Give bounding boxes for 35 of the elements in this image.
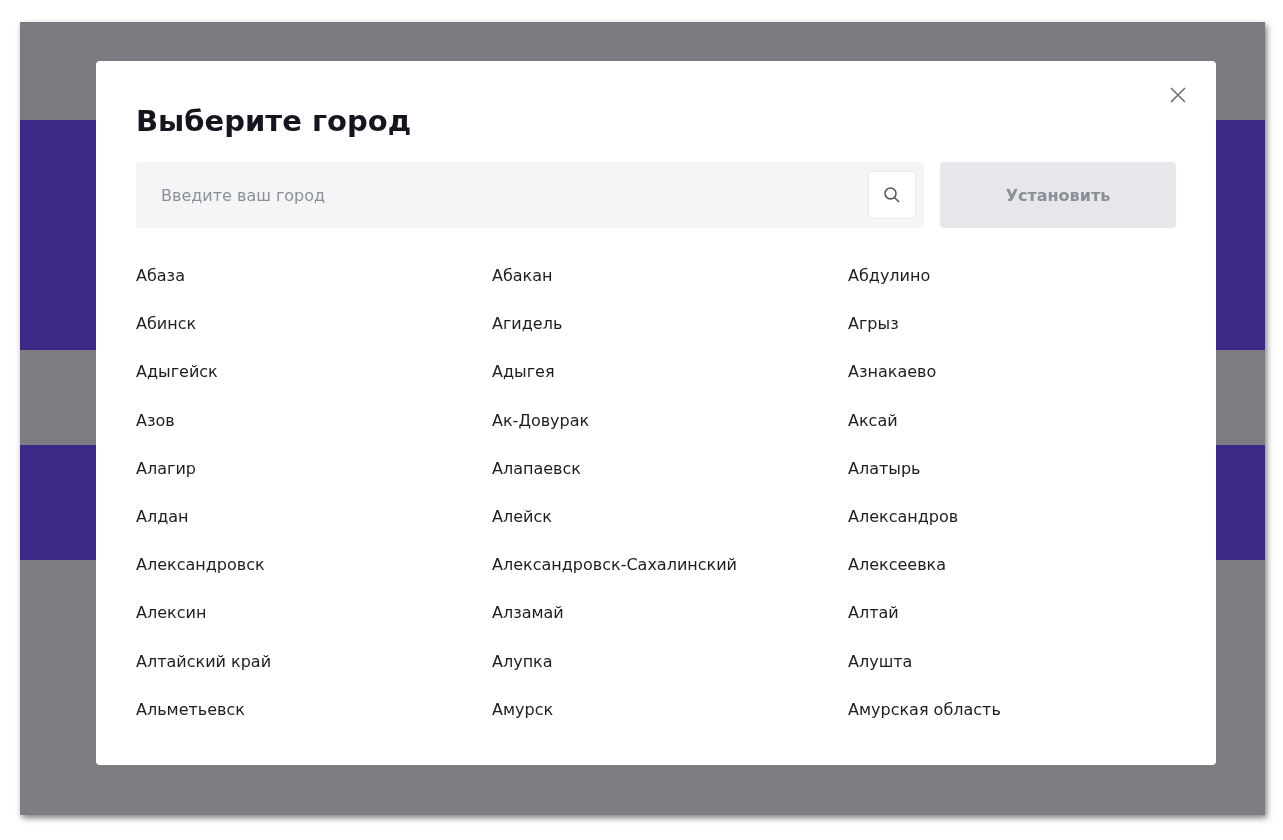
- city-link[interactable]: Агрыз: [848, 313, 1176, 335]
- city-link[interactable]: Алатырь: [848, 457, 1176, 479]
- city-link[interactable]: Алтай: [848, 602, 1176, 624]
- city-link[interactable]: Алзамай: [492, 602, 848, 624]
- city-link[interactable]: Абдулино: [848, 265, 1176, 286]
- city-link[interactable]: Адыгейск: [136, 361, 492, 383]
- city-link[interactable]: Азов: [136, 409, 492, 431]
- city-link[interactable]: Алупка: [492, 650, 848, 672]
- city-link[interactable]: Аксай: [848, 409, 1176, 431]
- dialog-title: Выберите город: [136, 103, 413, 140]
- search-button[interactable]: [868, 171, 916, 219]
- city-link[interactable]: Ак-Довурак: [492, 409, 848, 431]
- city-link[interactable]: Алдан: [136, 505, 492, 527]
- city-link[interactable]: Алтайский край: [136, 650, 492, 672]
- city-link[interactable]: Алапаевск: [492, 457, 848, 479]
- city-link[interactable]: Александровск-Сахалинский: [492, 554, 848, 576]
- city-link[interactable]: Азнакаево: [848, 361, 1176, 383]
- search-icon: [883, 186, 901, 204]
- city-link[interactable]: Альметьевск: [136, 698, 492, 720]
- city-link[interactable]: Александров: [848, 505, 1176, 527]
- city-link[interactable]: Алексеевка: [848, 554, 1176, 576]
- city-link[interactable]: Амурская область: [848, 698, 1176, 720]
- city-link[interactable]: Алексин: [136, 602, 492, 624]
- close-icon[interactable]: [1170, 87, 1186, 103]
- city-link[interactable]: Агидель: [492, 313, 848, 335]
- city-link[interactable]: Адыгея: [492, 361, 848, 383]
- city-link[interactable]: Александровск: [136, 554, 492, 576]
- city-link[interactable]: Алейск: [492, 505, 848, 527]
- city-link[interactable]: Амурск: [492, 698, 848, 720]
- city-link[interactable]: Абаза: [136, 265, 492, 286]
- city-link[interactable]: Абакан: [492, 265, 848, 286]
- city-link[interactable]: Алушта: [848, 650, 1176, 672]
- city-link[interactable]: Абинск: [136, 313, 492, 335]
- city-search-field[interactable]: Введите ваш город: [136, 162, 924, 228]
- city-link[interactable]: Алагир: [136, 457, 492, 479]
